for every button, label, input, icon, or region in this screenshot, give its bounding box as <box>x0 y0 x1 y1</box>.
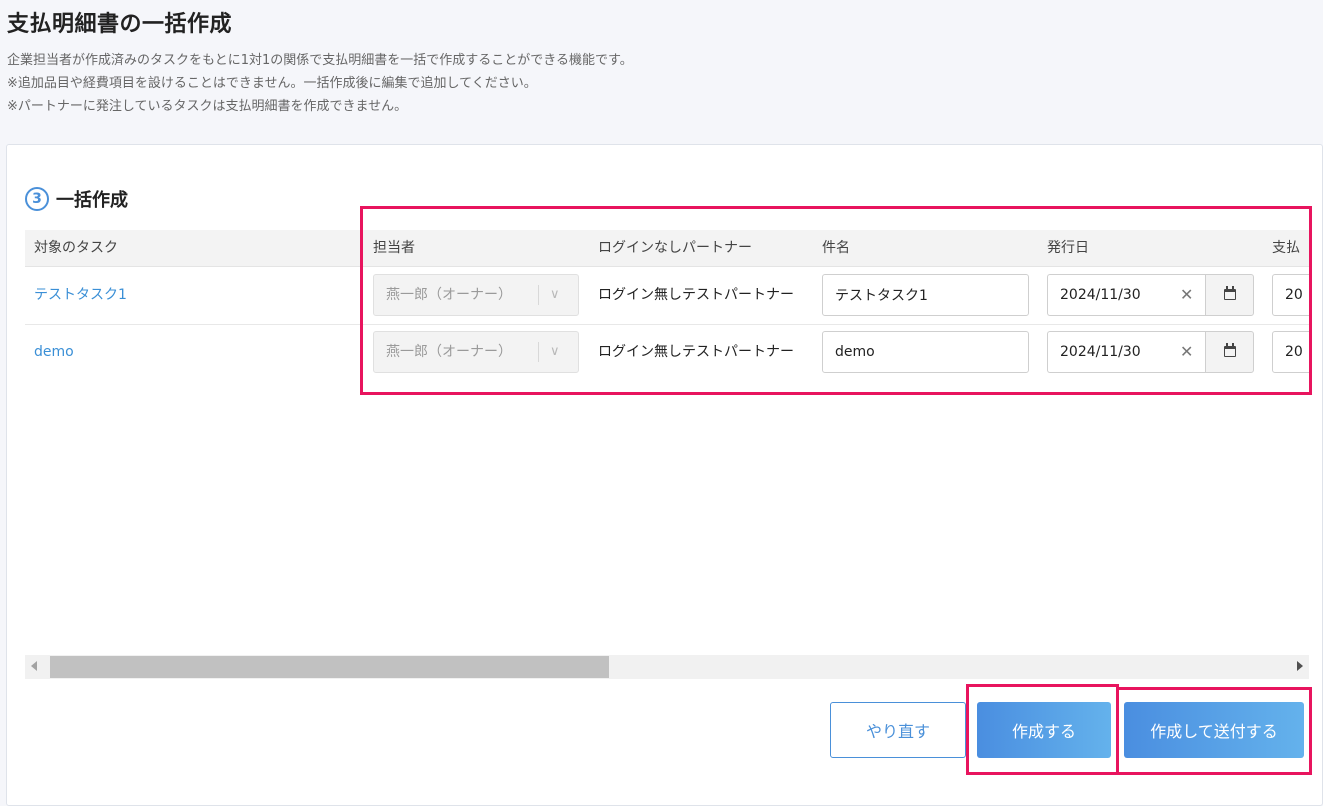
column-header-partner: ログインなしパートナー <box>598 240 752 256</box>
calendar-button[interactable] <box>1205 331 1254 373</box>
redo-button[interactable]: やり直す <box>830 702 966 758</box>
section-title: 一括作成 <box>56 190 128 211</box>
payment-date-input[interactable] <box>1272 331 1309 373</box>
assignee-select: 燕一郎（オーナー） ∨ <box>373 274 579 316</box>
column-header-subject: 件名 <box>822 240 850 256</box>
payment-date-input[interactable] <box>1272 274 1309 316</box>
subject-input[interactable] <box>822 274 1029 316</box>
horizontal-scrollbar[interactable] <box>25 655 1309 679</box>
partner-name: ログイン無しテストパートナー <box>598 287 794 303</box>
table-row: demo 燕一郎（オーナー） ∨ ログイン無しテストパートナー ✕ <box>25 324 1309 380</box>
subject-input[interactable] <box>822 331 1029 373</box>
scroll-right-arrow-icon[interactable] <box>1297 661 1303 671</box>
column-header-payment: 支払 <box>1272 240 1300 256</box>
calendar-icon <box>1224 343 1236 357</box>
create-button[interactable]: 作成する <box>977 702 1111 758</box>
close-icon[interactable]: ✕ <box>1180 331 1193 373</box>
scroll-left-arrow-icon[interactable] <box>31 661 37 671</box>
task-table: 対象のタスク 担当者 ログインなしパートナー 件名 発行日 支払 テストタスク1… <box>25 230 1309 380</box>
select-divider <box>538 285 539 305</box>
select-divider <box>538 342 539 362</box>
column-header-issue-date: 発行日 <box>1047 240 1089 256</box>
table-header: 対象のタスク 担当者 ログインなしパートナー 件名 発行日 支払 <box>25 230 1309 267</box>
create-and-send-button[interactable]: 作成して送付する <box>1124 702 1304 758</box>
page-title: 支払明細書の一括作成 <box>7 12 233 37</box>
bulk-create-card: 3 一括作成 対象のタスク 担当者 ログインなしパートナー 件名 発行日 支払 … <box>6 144 1323 806</box>
task-link[interactable]: demo <box>34 324 74 380</box>
assignee-select-value: 燕一郎（オーナー） <box>386 287 512 303</box>
assignee-select-value: 燕一郎（オーナー） <box>386 344 512 360</box>
page-description-3: ※パートナーに発注しているタスクは支払明細書を作成できません。 <box>7 99 408 114</box>
calendar-button[interactable] <box>1205 274 1254 316</box>
column-header-task: 対象のタスク <box>34 240 118 256</box>
task-link[interactable]: テストタスク1 <box>34 267 127 324</box>
column-header-assignee: 担当者 <box>373 240 415 256</box>
close-icon[interactable]: ✕ <box>1180 274 1193 316</box>
chevron-down-icon: ∨ <box>550 344 560 359</box>
page-description-1: 企業担当者が作成済みのタスクをもとに1対1の関係で支払明細書を一括で作成すること… <box>7 53 633 68</box>
partner-name: ログイン無しテストパートナー <box>598 344 794 360</box>
calendar-icon <box>1224 286 1236 300</box>
table-row: テストタスク1 燕一郎（オーナー） ∨ ログイン無しテストパートナー ✕ <box>25 267 1309 325</box>
scrollbar-thumb[interactable] <box>50 656 609 678</box>
page-description-2: ※追加品目や経費項目を設けることはできません。一括作成後に編集で追加してください… <box>7 76 537 91</box>
step-badge: 3 <box>25 187 49 211</box>
section-header: 3 一括作成 <box>25 186 128 212</box>
assignee-select: 燕一郎（オーナー） ∨ <box>373 331 579 373</box>
chevron-down-icon: ∨ <box>550 287 560 302</box>
